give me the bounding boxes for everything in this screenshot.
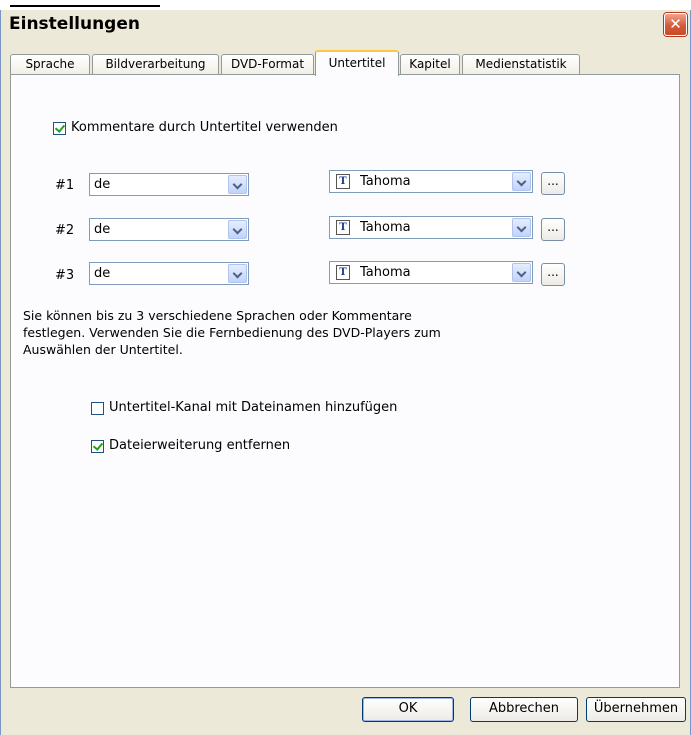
untertitel-panel: Kommentare durch Untertitel verwenden #1… [10,74,680,688]
chevron-down-icon[interactable] [512,263,531,282]
cropped-document-header [0,0,691,10]
tab-kapitel[interactable]: Kapitel [400,54,460,74]
remove-extension-label[interactable]: Dateierweiterung entfernen [109,438,290,453]
close-button[interactable]: ✕ [664,13,687,36]
info-text: Sie können bis zu 3 verschiedene Sprache… [23,307,543,358]
tab-dvd-format[interactable]: DVD-Format [221,54,314,74]
chevron-down-icon[interactable] [228,220,247,239]
font-select-3[interactable]: T Tahoma [329,261,533,284]
chevron-down-icon[interactable] [228,175,247,194]
truetype-font-icon: T [336,220,350,235]
chevron-down-icon[interactable] [512,172,531,191]
use-comments-label[interactable]: Kommentare durch Untertitel verwenden [71,120,338,135]
add-channel-checkbox[interactable] [91,402,104,415]
row-2-label: #2 [55,223,75,238]
tab-sprache[interactable]: Sprache [10,54,90,74]
language-value-3: de [94,266,111,281]
font-more-button-3[interactable]: ... [541,263,565,286]
chevron-down-icon[interactable] [228,264,247,283]
cropped-underline [10,5,160,7]
use-comments-checkbox[interactable] [53,122,66,135]
info-line: festlegen. Verwenden Sie die Fernbedienu… [23,325,441,340]
window-title: Einstellungen [9,14,140,34]
cancel-button[interactable]: Abbrechen [470,697,578,722]
row-1-label: #1 [55,178,75,193]
info-line: Auswählen der Untertitel. [23,342,183,357]
font-more-button-2[interactable]: ... [541,218,565,241]
apply-button[interactable]: Übernehmen [586,697,686,722]
add-channel-label[interactable]: Untertitel-Kanal mit Dateinamen hinzufüg… [109,400,397,415]
chevron-down-icon[interactable] [512,218,531,237]
tab-bildverarbeitung[interactable]: Bildverarbeitung [92,54,219,74]
truetype-font-icon: T [336,174,350,189]
language-select-2[interactable]: de [89,218,249,241]
font-value-3: Tahoma [360,265,411,280]
title-bar: Einstellungen ✕ [1,10,690,38]
language-select-1[interactable]: de [89,173,249,196]
close-icon: ✕ [669,15,682,33]
font-value-2: Tahoma [360,220,411,235]
ok-button[interactable]: OK [362,697,454,722]
tab-untertitel[interactable]: Untertitel [315,50,399,76]
language-select-3[interactable]: de [89,262,249,285]
font-select-1[interactable]: T Tahoma [329,170,533,193]
info-line: Sie können bis zu 3 verschiedene Sprache… [23,308,412,323]
row-3-label: #3 [55,268,75,283]
truetype-font-icon: T [336,265,350,280]
font-select-2[interactable]: T Tahoma [329,216,533,239]
language-value-1: de [94,177,111,192]
remove-extension-checkbox[interactable] [91,440,104,453]
tab-medienstatistik[interactable]: Medienstatistik [462,54,580,74]
language-value-2: de [94,222,111,237]
font-more-button-1[interactable]: ... [541,172,565,195]
font-value-1: Tahoma [360,174,411,189]
